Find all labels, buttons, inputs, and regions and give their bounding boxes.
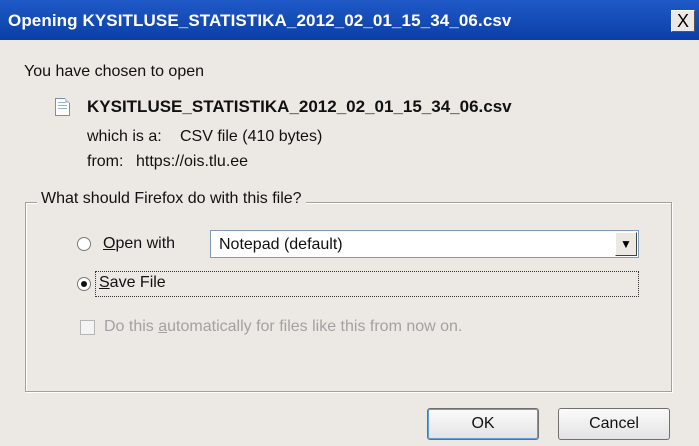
save-file-focus-ring [95,271,639,297]
window-title: Opening KYSITLUSE_STATISTIKA_2012_02_01_… [8,11,512,30]
auto-action-checkbox[interactable] [80,320,95,335]
save-file-label-rest: ave File [109,274,166,291]
file-type-value: CSV file (410 bytes) [180,128,323,145]
open-with-accel: O [103,235,116,252]
auto-action-label[interactable]: Do this automatically for files like thi… [104,318,462,336]
chevron-down-icon[interactable]: ▼ [615,232,637,256]
cancel-button[interactable]: Cancel [558,408,670,440]
ok-button[interactable]: OK [427,408,539,440]
application-select-value: Notepad (default) [219,236,343,253]
title-bar[interactable]: Opening KYSITLUSE_STATISTIKA_2012_02_01_… [0,0,699,40]
action-group-legend: What should Firefox do with this file? [37,190,306,208]
save-file-radio[interactable] [77,277,91,291]
save-file-accel: S [99,274,110,291]
open-with-label-rest: pen with [115,235,176,252]
close-button[interactable]: X [671,10,695,32]
download-dialog: Opening KYSITLUSE_STATISTIKA_2012_02_01_… [0,0,699,446]
close-icon: X [676,11,689,31]
open-with-radio[interactable] [77,237,91,251]
auto-action-label-after: utomatically for files like this from no… [167,318,463,335]
file-name: KYSITLUSE_STATISTIKA_2012_02_01_15_34_06… [87,97,512,116]
auto-action-accel: a [158,318,168,335]
auto-action-label-before: Do this [104,318,159,335]
open-with-label[interactable]: Open with [103,235,175,253]
file-source-value: https://ois.tlu.ee [136,153,249,170]
intro-text: You have chosen to open [24,63,205,80]
save-file-label[interactable]: Save File [99,274,166,292]
application-select[interactable]: Notepad (default) ▼ [210,230,639,258]
document-icon [55,98,70,116]
file-source-label: from: [87,153,124,170]
file-type-label: which is a: [87,128,162,145]
